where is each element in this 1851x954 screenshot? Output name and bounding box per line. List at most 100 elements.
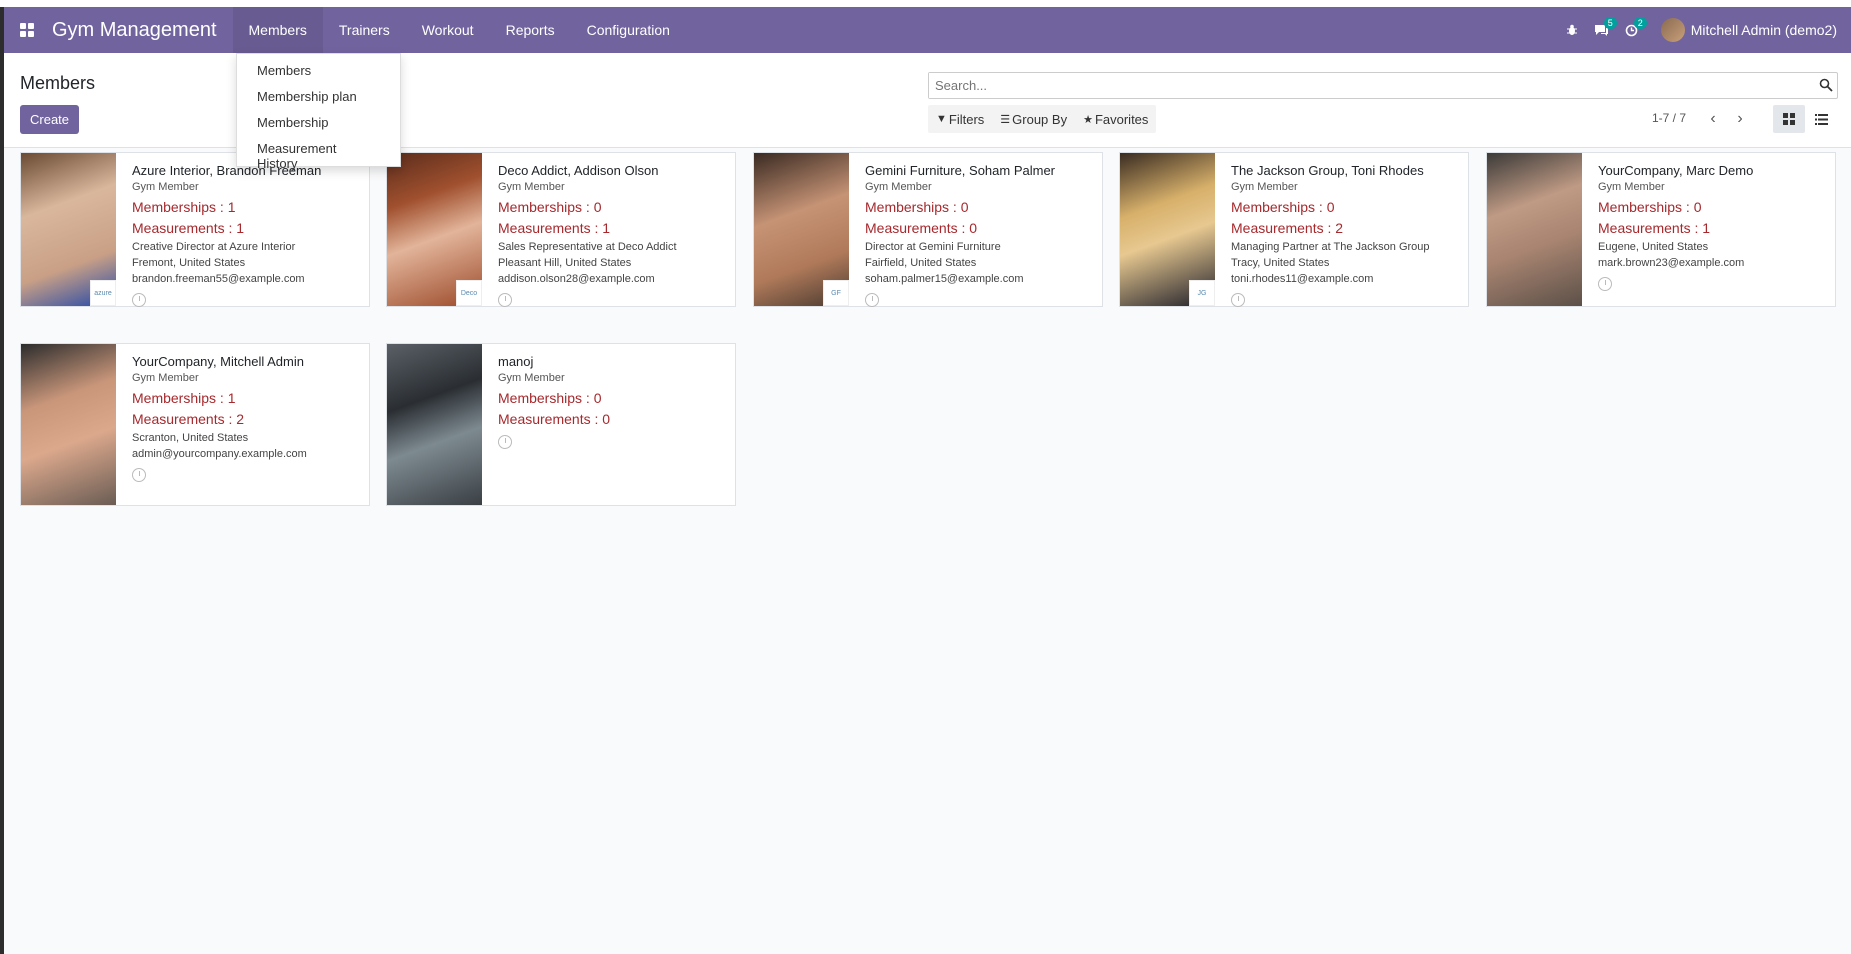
member-function: Director at Gemini Furniture [865,241,1001,253]
kanban-view-icon[interactable] [1773,105,1805,133]
user-menu[interactable]: Mitchell Admin (demo2) [1660,18,1837,42]
menu-configuration[interactable]: Configuration [571,7,686,53]
activity-clock-icon[interactable] [1231,293,1245,307]
measurements-count[interactable]: Measurements : 1 [132,220,361,236]
menu-workout[interactable]: Workout [406,7,490,53]
member-name: The Jackson Group, Toni Rhodes [1231,163,1424,178]
pager-next-icon[interactable]: › [1728,105,1752,133]
activities-badge: 2 [1633,17,1647,29]
window-top-strip [0,0,1851,7]
messages-icon[interactable]: 5 [1587,7,1617,53]
measurements-count[interactable]: Measurements : 0 [865,220,1094,236]
main-navbar: Gym Management Members Trainers Workout … [4,7,1851,53]
member-tag: Gym Member [1231,181,1298,193]
top-menu: Members Trainers Workout Reports Configu… [232,7,686,53]
favorites-label: Favorites [1094,111,1149,127]
measurements-count[interactable]: Measurements : 1 [498,220,727,236]
member-photo [1487,153,1582,306]
dropdown-item-membership[interactable]: Membership [237,110,400,136]
member-card[interactable]: YourCompany, Mitchell Admin Gym Member M… [20,343,370,506]
favorites-toggle[interactable]: ★ Favorites [1075,112,1156,127]
search-options: ▼ Filters ☰ Group By ★ Favorites [928,105,1157,133]
company-logo: JG [1189,280,1215,306]
app-window: Gym Management Members Trainers Workout … [4,7,1851,954]
member-card[interactable]: Deco Deco Addict, Addison Olson Gym Memb… [386,152,736,307]
activity-clock-icon[interactable] [498,435,512,449]
filters-toggle[interactable]: ▼ Filters [928,112,992,127]
memberships-count[interactable]: Memberships : 0 [1231,199,1460,215]
memberships-count[interactable]: Memberships : 1 [132,199,361,215]
member-card[interactable]: manoj Gym Member Memberships : 0 Measure… [386,343,736,506]
member-email: mark.brown23@example.com [1598,257,1745,269]
memberships-count[interactable]: Memberships : 1 [132,390,361,406]
menu-trainers[interactable]: Trainers [323,7,406,53]
activity-clock-icon[interactable] [498,293,512,307]
member-location: Fremont, United States [132,257,246,269]
filter-icon: ▼ [936,113,947,125]
pager-previous-icon[interactable]: ‹ [1701,105,1725,133]
measurements-count[interactable]: Measurements : 2 [132,411,361,427]
messages-badge: 5 [1603,17,1617,29]
dropdown-item-measurement-history[interactable]: Measurement History [237,136,400,171]
memberships-count[interactable]: Memberships : 0 [498,199,727,215]
memberships-count[interactable]: Memberships : 0 [865,199,1094,215]
measurements-count[interactable]: Measurements : 1 [1598,220,1827,236]
member-location: Eugene, United States [1598,241,1709,253]
search-icon[interactable] [1819,78,1833,92]
member-name: Gemini Furniture, Soham Palmer [865,163,1056,178]
member-name: Deco Addict, Addison Olson [498,163,659,178]
member-tag: Gym Member [498,181,565,193]
create-button[interactable]: Create [20,105,80,134]
list-view-icon[interactable] [1805,105,1837,133]
member-name: YourCompany, Marc Demo [1598,163,1754,178]
memberships-count[interactable]: Memberships : 0 [498,390,727,406]
activity-clock-icon[interactable] [865,293,879,307]
filters-label: Filters [948,111,985,127]
member-tag: Gym Member [865,181,932,193]
member-tag: Gym Member [498,372,565,384]
member-card[interactable]: azure Azure Interior, Brandon Freeman Gy… [20,152,370,307]
member-card[interactable]: GF Gemini Furniture, Soham Palmer Gym Me… [753,152,1103,307]
dropdown-item-membership-plan[interactable]: Membership plan [237,84,400,110]
members-dropdown-menu: Members Membership plan Membership Measu… [236,53,401,171]
member-email: brandon.freeman55@example.com [132,273,305,285]
member-tag: Gym Member [132,181,199,193]
memberships-count[interactable]: Memberships : 0 [1598,199,1827,215]
member-card[interactable]: YourCompany, Marc Demo Gym Member Member… [1486,152,1836,307]
member-location: Fairfield, United States [865,257,977,269]
search-bar [928,72,1838,99]
company-logo: Deco [456,280,482,306]
member-location: Pleasant Hill, United States [498,257,632,269]
systray: 5 2 Mitchell Admin (demo2) [1557,7,1851,53]
star-icon: ★ [1083,113,1093,126]
user-name: Mitchell Admin (demo2) [1690,22,1837,38]
member-photo [21,344,116,505]
activity-clock-icon[interactable] [132,293,146,307]
activity-clock-icon[interactable] [132,468,146,482]
app-title[interactable]: Gym Management [50,19,217,42]
member-email: soham.palmer15@example.com [865,273,1024,285]
activities-clock-icon[interactable]: 2 [1617,7,1647,53]
app-switcher-icon[interactable] [4,7,50,53]
search-input[interactable] [929,73,1789,98]
company-logo: GF [823,280,849,306]
activity-clock-icon[interactable] [1598,277,1612,291]
member-photo [387,344,482,505]
member-email: admin@yourcompany.example.com [132,448,307,460]
member-location: Tracy, United States [1231,257,1330,269]
menu-members[interactable]: Members [232,7,323,53]
member-location: Scranton, United States [132,432,249,444]
debug-bug-icon[interactable] [1557,7,1587,53]
measurements-count[interactable]: Measurements : 0 [498,411,727,427]
menu-reports[interactable]: Reports [490,7,571,53]
member-name: manoj [498,354,534,369]
pager-value[interactable]: 1-7 / 7 [1652,111,1686,125]
groupby-toggle[interactable]: ☰ Group By [992,112,1075,127]
member-tag: Gym Member [132,372,199,384]
user-avatar [1660,18,1685,42]
page-title: Members [20,73,96,93]
dropdown-item-members[interactable]: Members [237,58,400,84]
measurements-count[interactable]: Measurements : 2 [1231,220,1460,236]
member-function: Creative Director at Azure Interior [132,241,296,253]
member-card[interactable]: JG The Jackson Group, Toni Rhodes Gym Me… [1119,152,1469,307]
